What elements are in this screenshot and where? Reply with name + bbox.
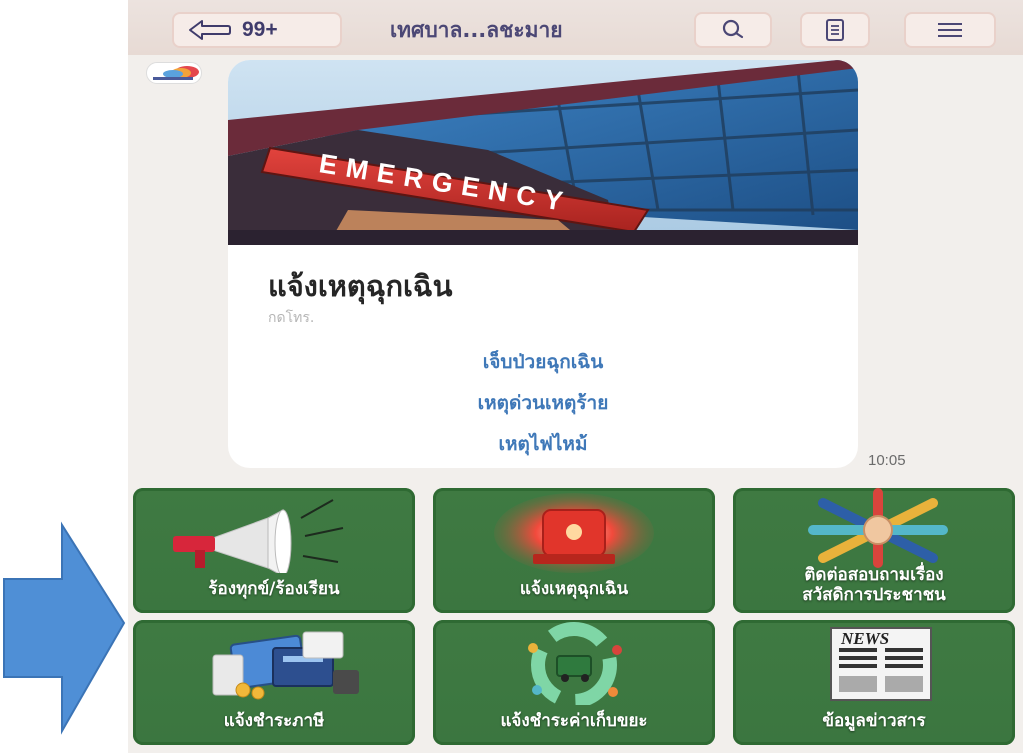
menu-tile-label: แจ้งชำระภาษี bbox=[223, 711, 325, 731]
link-fire[interactable]: เหตุไฟไหม้ bbox=[228, 429, 858, 459]
chat-title: เทศบาล...ลชะมาย bbox=[390, 18, 563, 42]
back-button[interactable]: 99+ bbox=[172, 12, 342, 48]
message-timestamp: 10:05 bbox=[868, 452, 906, 469]
account-logo[interactable] bbox=[146, 62, 202, 84]
back-arrow-icon bbox=[189, 20, 231, 40]
menu-tile-emergency[interactable]: แจ้งเหตุฉุกเฉิน bbox=[433, 488, 715, 613]
notes-icon bbox=[826, 19, 844, 41]
menu-tile-waste-fee[interactable]: แจ้งชำระค่าเก็บขยะ bbox=[433, 620, 715, 745]
newspaper-icon: NEWS bbox=[830, 627, 932, 701]
menu-tile-welfare-contact[interactable]: ติดต่อสอบถามเรื่อง สวัสดิการประชาชน bbox=[733, 488, 1015, 613]
card-title: แจ้งเหตุฉุกเฉิน bbox=[268, 269, 453, 303]
menu-tile-label: ร้องทุกข์/ร้องเรียน bbox=[208, 579, 340, 599]
megaphone-icon bbox=[173, 499, 344, 573]
unread-badge: 99+ bbox=[242, 18, 278, 41]
account-logo-image bbox=[153, 66, 199, 80]
screenshot: 99+ เทศบาล...ลชะมาย EMERGENCY แจ้งเหตุฉุ… bbox=[0, 0, 1023, 753]
search-button[interactable] bbox=[694, 12, 772, 48]
notes-button[interactable] bbox=[800, 12, 870, 48]
emergency-hero-image: EMERGENCY bbox=[228, 60, 858, 245]
chat-header: 99+ เทศบาล...ลชะมาย bbox=[128, 0, 1023, 55]
menu-tile-label-line1: ติดต่อสอบถามเรื่อง bbox=[804, 565, 944, 585]
search-icon bbox=[722, 19, 744, 39]
menu-button[interactable] bbox=[904, 12, 996, 48]
menu-tile-label: แจ้งชำระค่าเก็บขยะ bbox=[500, 711, 648, 731]
menu-tile-label-line2: สวัสดิการประชาชน bbox=[802, 585, 946, 605]
payment-icon bbox=[212, 631, 359, 700]
menu-tile-label: แจ้งเหตุฉุกเฉิน bbox=[519, 579, 629, 599]
menu-tile-label: ข้อมูลข่าวสาร bbox=[822, 711, 926, 731]
recycle-icon bbox=[528, 622, 622, 705]
link-medical-emergency[interactable]: เจ็บป่วยฉุกเฉิน bbox=[228, 347, 858, 377]
emergency-card: EMERGENCY แจ้งเหตุฉุกเฉิน กดโทร. เจ็บป่ว… bbox=[228, 60, 858, 468]
link-urgent-incident[interactable]: เหตุด่วนเหตุร้าย bbox=[228, 388, 858, 418]
hamburger-menu-icon bbox=[938, 23, 962, 37]
pointer-arrow-icon bbox=[3, 521, 126, 735]
app-screen: 99+ เทศบาล...ลชะมาย EMERGENCY แจ้งเหตุฉุ… bbox=[128, 0, 1023, 753]
menu-tile-news[interactable]: NEWS ข้อมูลข่าวสาร bbox=[733, 620, 1015, 745]
siren-icon bbox=[494, 493, 654, 573]
menu-tile-label: ติดต่อสอบถามเรื่อง สวัสดิการประชาชน bbox=[733, 565, 1015, 605]
news-icon-text: NEWS bbox=[840, 629, 889, 648]
menu-tile-complaint[interactable]: ร้องทุกข์/ร้องเรียน bbox=[133, 488, 415, 613]
card-subtitle: กดโทร. bbox=[268, 310, 315, 326]
joined-hands-icon bbox=[808, 488, 948, 568]
menu-tile-tax-payment[interactable]: แจ้งชำระภาษี bbox=[133, 620, 415, 745]
